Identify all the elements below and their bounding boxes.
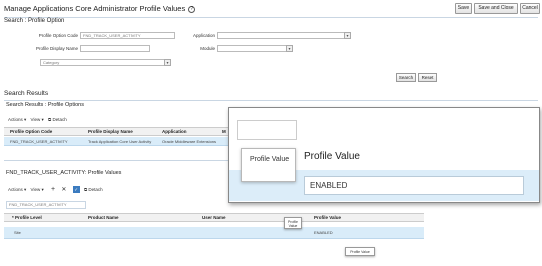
values-sub-header: FND_TRACK_USER_ACTIVITY: Profile Values [6, 170, 122, 176]
category-field[interactable]: Category [40, 59, 165, 66]
category-dropdown-icon[interactable]: ▾ [164, 59, 171, 66]
table-cell: Track Application Core User Activity [88, 139, 152, 144]
module-search-icon[interactable]: ▾ [286, 45, 293, 52]
view-menu[interactable]: View [31, 187, 41, 192]
zoom-profile-value-field[interactable]: ENABLED [304, 176, 524, 195]
search-header: Search : Profile Option [4, 18, 65, 24]
save-icon[interactable]: ✓ [72, 186, 80, 193]
results-table-header: Profile Option Code Profile Display Name… [4, 127, 228, 136]
column-header[interactable]: Product Name [88, 215, 119, 220]
cancel-button[interactable]: Cancel [520, 3, 540, 14]
values-table-header: * Profile Level Product Name User Name P… [4, 213, 424, 222]
column-header[interactable]: User Name [202, 215, 226, 220]
help-icon[interactable]: ? [188, 6, 196, 13]
column-header[interactable]: * Profile Level [12, 215, 42, 220]
zoom-tooltip: Profile Value [241, 148, 296, 182]
table-cell: FND_TRACK_USER_ACTIVITY [10, 139, 68, 144]
column-header[interactable]: Profile Value [314, 215, 341, 220]
application-dropdown-icon[interactable]: ▾ [344, 32, 351, 39]
chevron-down-icon: ▾ [41, 117, 46, 122]
column-header[interactable]: Profile Option Code [10, 129, 52, 134]
profile-value-tooltip-bottom: Profile Value [345, 247, 375, 256]
profile-display-name-label: Profile Display Name [35, 46, 78, 51]
detach-icon[interactable]: ⧉ [48, 117, 51, 122]
add-icon[interactable]: + [51, 186, 55, 193]
results-sub-header: Search Results : Profile Options [6, 102, 84, 108]
save-button[interactable]: Save [455, 3, 472, 14]
profile-value-cell[interactable]: ENABLED [314, 230, 333, 235]
zoom-background-field [237, 120, 297, 140]
reset-button[interactable]: Reset [418, 73, 437, 82]
zoom-profile-value-header: Profile Value [304, 151, 360, 162]
delete-icon[interactable]: ✕ [61, 187, 66, 193]
detach-label[interactable]: Detach [53, 117, 67, 122]
values-toolbar: Actions ▾ View ▾ + ✕ ✓ ⧉ Detach [8, 186, 103, 193]
page-title: Manage Applications Core Administrator P… [4, 4, 196, 13]
profile-option-code-field[interactable]: FND_TRACK_USER_ACTIVITY [80, 32, 175, 39]
profile-display-name-field[interactable] [80, 45, 150, 52]
detach-label[interactable]: Detach [88, 187, 102, 192]
detach-icon[interactable]: ⧉ [84, 187, 87, 192]
search-button[interactable]: Search [396, 73, 416, 82]
profile-code-chip: FND_TRACK_USER_ACTIVITY [6, 201, 86, 209]
profile-value-tooltip: Profile Value [284, 217, 302, 229]
table-cell: Oracle Middleware Extensions [162, 139, 217, 144]
table-row[interactable]: FND_TRACK_USER_ACTIVITY Track Applicatio… [4, 137, 228, 146]
profile-option-code-label: Profile Option Code [38, 33, 78, 38]
zoom-callout: Profile Value ENABLED Profile Value [228, 107, 540, 203]
view-menu[interactable]: View [31, 117, 41, 122]
application-label: Application [192, 33, 215, 38]
chevron-down-icon: ▾ [24, 187, 28, 192]
results-toolbar: Actions ▾ View ▾ ⧉ Detach [8, 117, 67, 123]
profile-values-page: Manage Applications Core Administrator P… [0, 0, 542, 266]
module-field[interactable] [217, 45, 287, 52]
table-cell: Site [14, 230, 21, 235]
chevron-down-icon: ▾ [41, 187, 46, 192]
chevron-down-icon: ▾ [24, 117, 28, 122]
table-row[interactable]: Site ENABLED [4, 227, 424, 239]
module-label: Module [200, 46, 215, 51]
column-header[interactable]: Application [162, 129, 187, 134]
column-header[interactable]: Profile Display Name [88, 129, 133, 134]
application-field[interactable] [217, 32, 345, 39]
actions-menu[interactable]: Actions [8, 187, 23, 192]
save-and-close-button[interactable]: Save and Close [474, 3, 518, 14]
column-header[interactable]: M [222, 129, 226, 134]
search-results-title: Search Results [4, 90, 49, 97]
actions-menu[interactable]: Actions [8, 117, 23, 122]
results-divider [4, 100, 538, 101]
